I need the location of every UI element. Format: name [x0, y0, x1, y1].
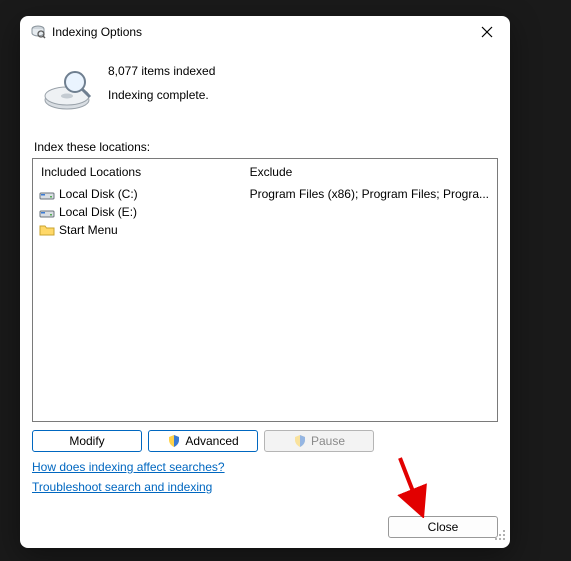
locations-label: Index these locations:	[34, 140, 498, 154]
exclude-value: Program Files (x86); Program Files; Prog…	[242, 185, 497, 203]
folder-icon	[39, 222, 55, 238]
button-label: Advanced	[185, 434, 238, 448]
col-header-exclude[interactable]: Exclude	[242, 159, 497, 185]
items-indexed: 8,077 items indexed	[108, 64, 215, 78]
status-text: 8,077 items indexed Indexing complete.	[108, 62, 215, 112]
indexing-options-dialog: Indexing Options 8,077 items indexed Ind…	[20, 16, 510, 548]
button-label: Close	[428, 520, 459, 534]
exclude-value	[242, 203, 497, 221]
list-item[interactable]: Local Disk (E:)	[39, 203, 236, 221]
pause-button: Pause	[264, 430, 374, 452]
shield-icon	[167, 434, 181, 448]
list-item[interactable]: Local Disk (C:)	[39, 185, 236, 203]
close-button[interactable]: Close	[388, 516, 498, 538]
close-icon[interactable]	[472, 18, 502, 46]
dialog-footer: Close	[32, 508, 498, 538]
disk-icon	[39, 204, 55, 220]
list-item-label: Start Menu	[59, 223, 118, 237]
advanced-button[interactable]: Advanced	[148, 430, 258, 452]
button-label: Modify	[69, 434, 104, 448]
button-label: Pause	[311, 434, 345, 448]
indexing-icon	[30, 24, 46, 40]
drive-search-icon	[40, 62, 94, 116]
titlebar: Indexing Options	[20, 16, 510, 48]
list-item-label: Local Disk (E:)	[59, 205, 137, 219]
list-item-label: Local Disk (C:)	[59, 187, 138, 201]
disk-icon	[39, 186, 55, 202]
col-header-included[interactable]: Included Locations	[33, 159, 242, 185]
indexing-state: Indexing complete.	[108, 88, 215, 102]
help-links: How does indexing affect searches? Troub…	[32, 460, 498, 500]
status-row: 8,077 items indexed Indexing complete.	[40, 62, 498, 116]
resize-gripper-icon[interactable]	[494, 529, 506, 544]
button-row: Modify Advanced Pause	[32, 430, 498, 452]
dialog-title: Indexing Options	[52, 25, 472, 39]
dialog-body: 8,077 items indexed Indexing complete. I…	[20, 48, 510, 548]
link-troubleshoot[interactable]: Troubleshoot search and indexing	[32, 480, 212, 494]
modify-button[interactable]: Modify	[32, 430, 142, 452]
list-item[interactable]: Start Menu	[39, 221, 236, 239]
shield-icon	[293, 434, 307, 448]
link-how-indexing[interactable]: How does indexing affect searches?	[32, 460, 225, 474]
locations-list[interactable]: Included Locations Local Disk (C:) Local…	[32, 158, 498, 422]
exclude-value	[242, 221, 497, 239]
